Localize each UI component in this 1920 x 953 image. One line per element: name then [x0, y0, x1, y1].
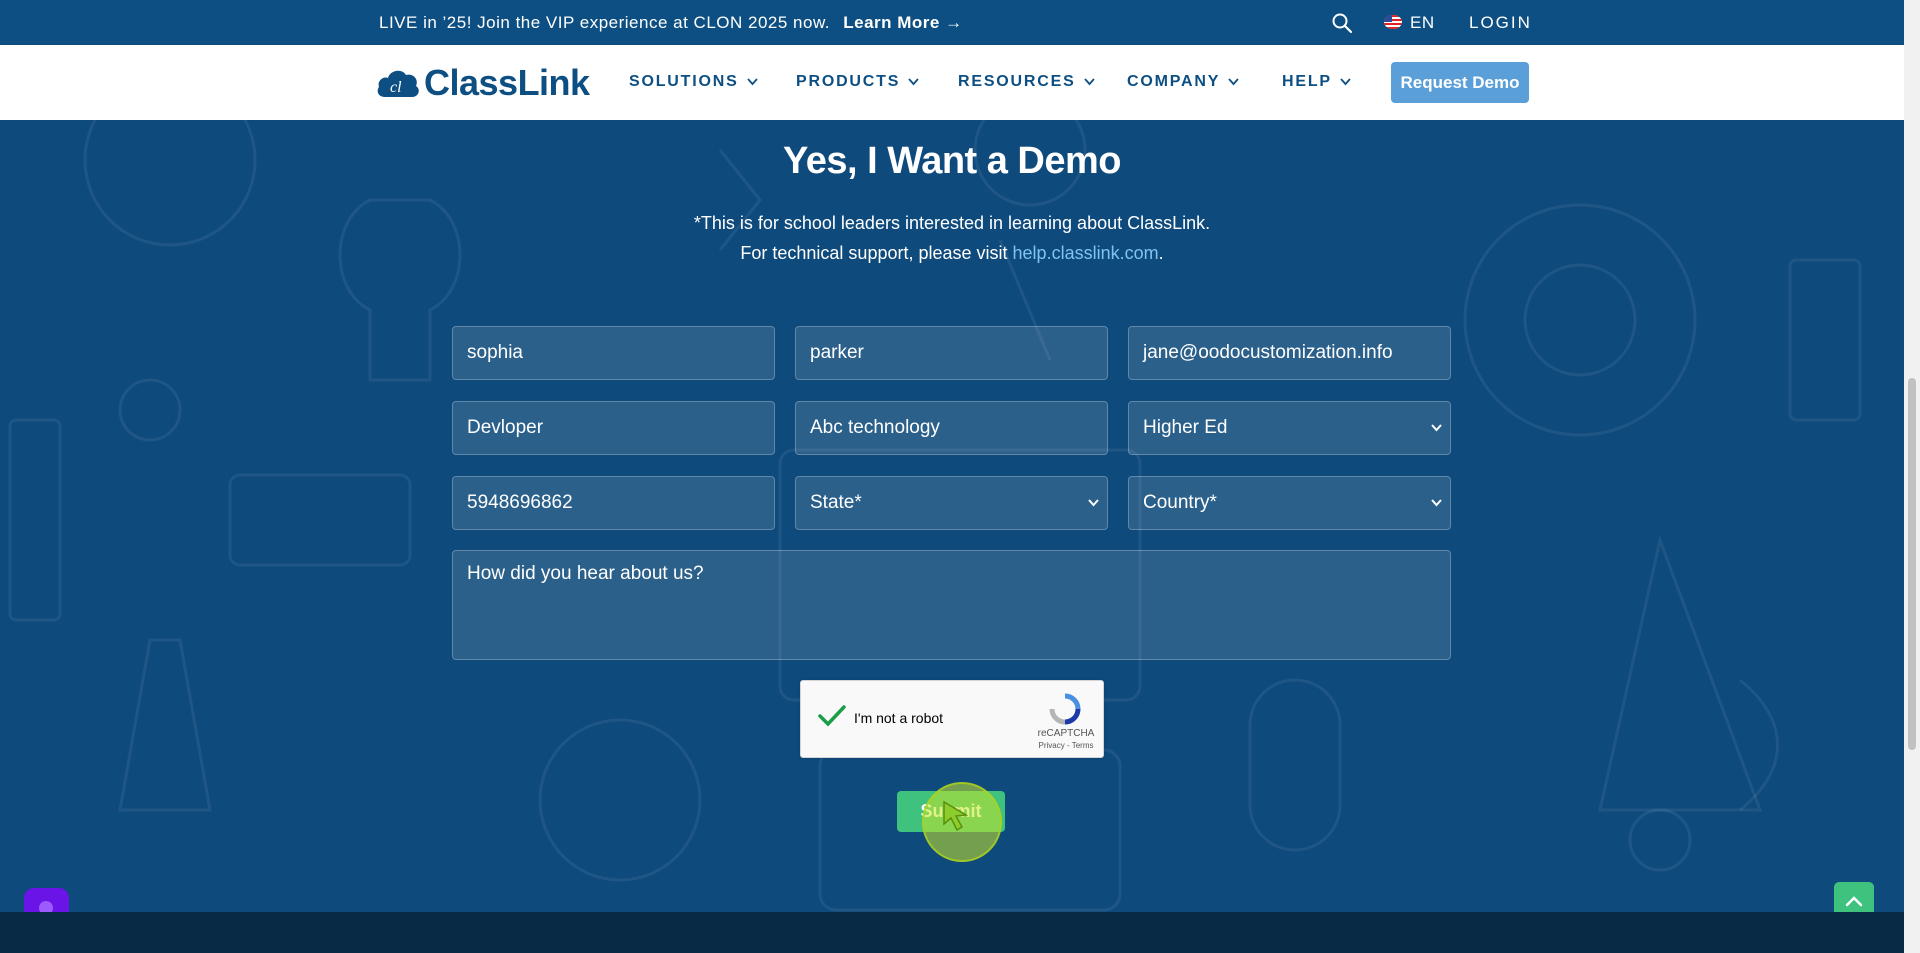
nav-item-label: HELP: [1282, 73, 1332, 90]
nav-item-products[interactable]: PRODUCTS: [796, 73, 919, 91]
nav-item-label: COMPANY: [1127, 73, 1221, 90]
brand-wordmark: ClassLink: [424, 62, 590, 103]
request-demo-button[interactable]: Request Demo: [1391, 62, 1529, 103]
announcement-text: LIVE in ’25! Join the VIP experience at …: [379, 13, 831, 32]
svg-text:cl: cl: [390, 79, 402, 96]
chevron-down-icon: [1083, 78, 1095, 86]
announcement-text-wrap: LIVE in ’25! Join the VIP experience at …: [379, 13, 963, 33]
main-navigation: cl ClassLink SOLUTIONS PRODUCTS RESOURCE…: [0, 45, 1904, 120]
cloud-logo-icon: cl: [377, 70, 419, 97]
nav-item-company[interactable]: COMPANY: [1127, 73, 1239, 91]
recaptcha-brand: reCAPTCHA: [1037, 728, 1095, 739]
scrollbar-thumb[interactable]: [1908, 378, 1916, 750]
hear-about-us-textarea[interactable]: How did you hear about us?: [452, 550, 1451, 660]
chevron-down-icon: [1228, 78, 1239, 86]
nav-item-solutions[interactable]: SOLUTIONS: [629, 73, 758, 91]
recaptcha-logo-icon: [1049, 693, 1081, 725]
classlink-logo[interactable]: cl ClassLink: [375, 61, 590, 105]
demo-form-section: Yes, I Want a Demo *This is for school l…: [0, 120, 1904, 912]
chevron-down-icon: [908, 78, 919, 86]
chevron-down-icon: [746, 78, 758, 86]
footer: [0, 912, 1904, 953]
recaptcha-label: I'm not a robot: [854, 710, 944, 726]
nav-item-label: PRODUCTS: [796, 73, 901, 90]
nav-item-label: RESOURCES: [958, 73, 1076, 90]
job-title-field[interactable]: Devloper: [452, 401, 775, 455]
search-icon[interactable]: [1331, 12, 1353, 34]
email-field[interactable]: jane@oodocustomization.info: [1128, 326, 1451, 380]
us-flag-icon[interactable]: [1384, 15, 1402, 29]
support-note: For technical support, please visit help…: [0, 243, 1904, 264]
checkmark-icon[interactable]: [817, 703, 847, 729]
language-selector[interactable]: EN: [1410, 13, 1435, 33]
chevron-down-icon: [1088, 499, 1099, 507]
nav-item-help[interactable]: HELP: [1282, 73, 1351, 91]
audience-note: *This is for school leaders interested i…: [693, 213, 1211, 233]
chevron-down-icon: [1431, 424, 1442, 432]
segment-select-value: Higher Ed: [1143, 417, 1228, 438]
chevron-down-icon: [1340, 78, 1351, 86]
learn-more-link[interactable]: Learn More →: [843, 13, 962, 32]
support-link[interactable]: help.classlink.com: [1013, 243, 1159, 263]
login-link[interactable]: LOGIN: [1469, 13, 1532, 33]
recaptcha-widget[interactable]: I'm not a robot reCAPTCHA Privacy - Term…: [800, 680, 1104, 758]
announcement-bar: LIVE in ’25! Join the VIP experience at …: [0, 0, 1904, 45]
phone-field[interactable]: 5948696862: [452, 476, 775, 530]
country-select[interactable]: Country*: [1128, 476, 1451, 530]
support-note-prefix: For technical support, please visit: [740, 243, 1013, 263]
nav-item-label: SOLUTIONS: [629, 73, 739, 90]
cursor-pointer-icon: [943, 800, 969, 832]
country-select-value: Country*: [1143, 492, 1217, 513]
state-select-value: State*: [810, 492, 862, 513]
nav-item-resources[interactable]: RESOURCES: [958, 73, 1095, 91]
state-select[interactable]: State*: [795, 476, 1108, 530]
organization-field[interactable]: Abc technology: [795, 401, 1108, 455]
support-note-suffix: .: [1158, 243, 1164, 263]
chevron-down-icon: [1431, 499, 1442, 507]
first-name-field[interactable]: sophia: [452, 326, 775, 380]
page-title: Yes, I Want a Demo: [782, 140, 1122, 182]
segment-select[interactable]: Higher Ed: [1128, 401, 1451, 455]
recaptcha-terms[interactable]: Privacy - Terms: [1034, 741, 1098, 750]
page-scrollbar[interactable]: [1904, 0, 1920, 953]
last-name-field[interactable]: parker: [795, 326, 1108, 380]
